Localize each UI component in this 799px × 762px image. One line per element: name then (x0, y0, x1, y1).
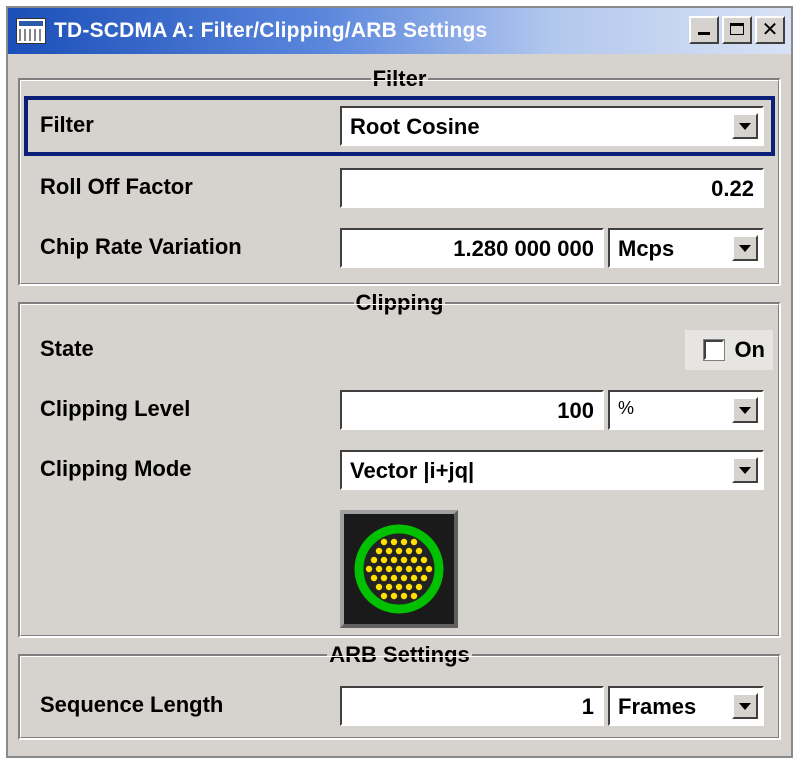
arb-group: ARB Settings Sequence Length 1 Frames (18, 642, 781, 740)
chip-rate-input[interactable]: 1.280 000 000 (340, 228, 604, 268)
chevron-down-icon (739, 122, 751, 130)
sequence-length-label: Sequence Length (40, 692, 224, 717)
chip-rate-value: 1.280 000 000 (453, 236, 594, 261)
window-controls: ✕ (689, 16, 785, 44)
roll-off-row: Roll Off Factor 0.22 (20, 168, 779, 208)
title-bar[interactable]: TD-SCDMA A: Filter/Clipping/ARB Settings… (8, 8, 791, 54)
sequence-length-value: 1 (581, 694, 594, 719)
settings-window: TD-SCDMA A: Filter/Clipping/ARB Settings… (6, 6, 793, 758)
filter-dropdown-button[interactable] (732, 113, 758, 139)
chevron-down-icon (739, 466, 751, 474)
chevron-down-icon (739, 406, 751, 414)
clipping-level-input[interactable]: 100 (340, 390, 604, 430)
filter-label: Filter (40, 112, 94, 137)
clipping-level-unit-dropdown-button[interactable] (732, 397, 758, 423)
state-label: State (40, 336, 94, 361)
constellation-icon (354, 524, 444, 614)
chevron-down-icon (739, 244, 751, 252)
chip-rate-unit-select[interactable]: Mcps (608, 228, 764, 268)
close-icon: ✕ (761, 17, 779, 41)
clipping-level-unit-select[interactable]: % (608, 390, 764, 430)
clipping-mode-label: Clipping Mode (40, 456, 192, 481)
filter-group-title: Filter (370, 66, 429, 91)
filter-value: Root Cosine (350, 114, 480, 139)
clipping-group: Clipping State On Clipping Level 100 % C… (18, 290, 781, 638)
clipping-level-row: Clipping Level 100 % (20, 390, 779, 430)
state-row: State On (20, 330, 779, 370)
sequence-length-unit-dropdown-button[interactable] (732, 693, 758, 719)
sequence-length-unit-select[interactable]: Frames (608, 686, 764, 726)
sequence-length-input[interactable]: 1 (340, 686, 604, 726)
clipping-mode-row: Clipping Mode Vector |i+jq| (20, 450, 779, 490)
chip-rate-unit-dropdown-button[interactable] (732, 235, 758, 261)
clipping-group-title: Clipping (353, 290, 446, 315)
clipping-level-label: Clipping Level (40, 396, 191, 421)
minimize-icon (698, 32, 710, 35)
chip-rate-label: Chip Rate Variation (40, 234, 242, 259)
minimize-button[interactable] (689, 16, 719, 44)
state-checkbox-label: On (734, 337, 765, 362)
clipping-mode-select[interactable]: Vector |i+jq| (340, 450, 764, 490)
close-button[interactable]: ✕ (755, 16, 785, 44)
window-title: TD-SCDMA A: Filter/Clipping/ARB Settings (54, 19, 488, 42)
arb-group-title: ARB Settings (327, 642, 472, 667)
chip-rate-row: Chip Rate Variation 1.280 000 000 Mcps (20, 228, 779, 268)
clipping-graph-button[interactable] (340, 510, 458, 628)
clipping-level-value: 100 (557, 398, 594, 423)
app-icon (16, 18, 46, 44)
filter-group: Filter Filter Root Cosine Roll Off Facto… (18, 66, 781, 286)
roll-off-value: 0.22 (711, 176, 754, 201)
filter-select[interactable]: Root Cosine (340, 106, 764, 146)
roll-off-label: Roll Off Factor (40, 174, 193, 199)
maximize-button[interactable] (722, 16, 752, 44)
clipping-mode-dropdown-button[interactable] (732, 457, 758, 483)
clipping-mode-value: Vector |i+jq| (350, 458, 475, 483)
chevron-down-icon (739, 702, 751, 710)
state-toggle[interactable]: On (685, 330, 773, 370)
sequence-length-row: Sequence Length 1 Frames (20, 686, 779, 726)
roll-off-input[interactable]: 0.22 (340, 168, 764, 208)
filter-row: Filter Root Cosine (20, 106, 779, 146)
state-checkbox[interactable] (703, 339, 726, 361)
maximize-icon (730, 23, 744, 35)
